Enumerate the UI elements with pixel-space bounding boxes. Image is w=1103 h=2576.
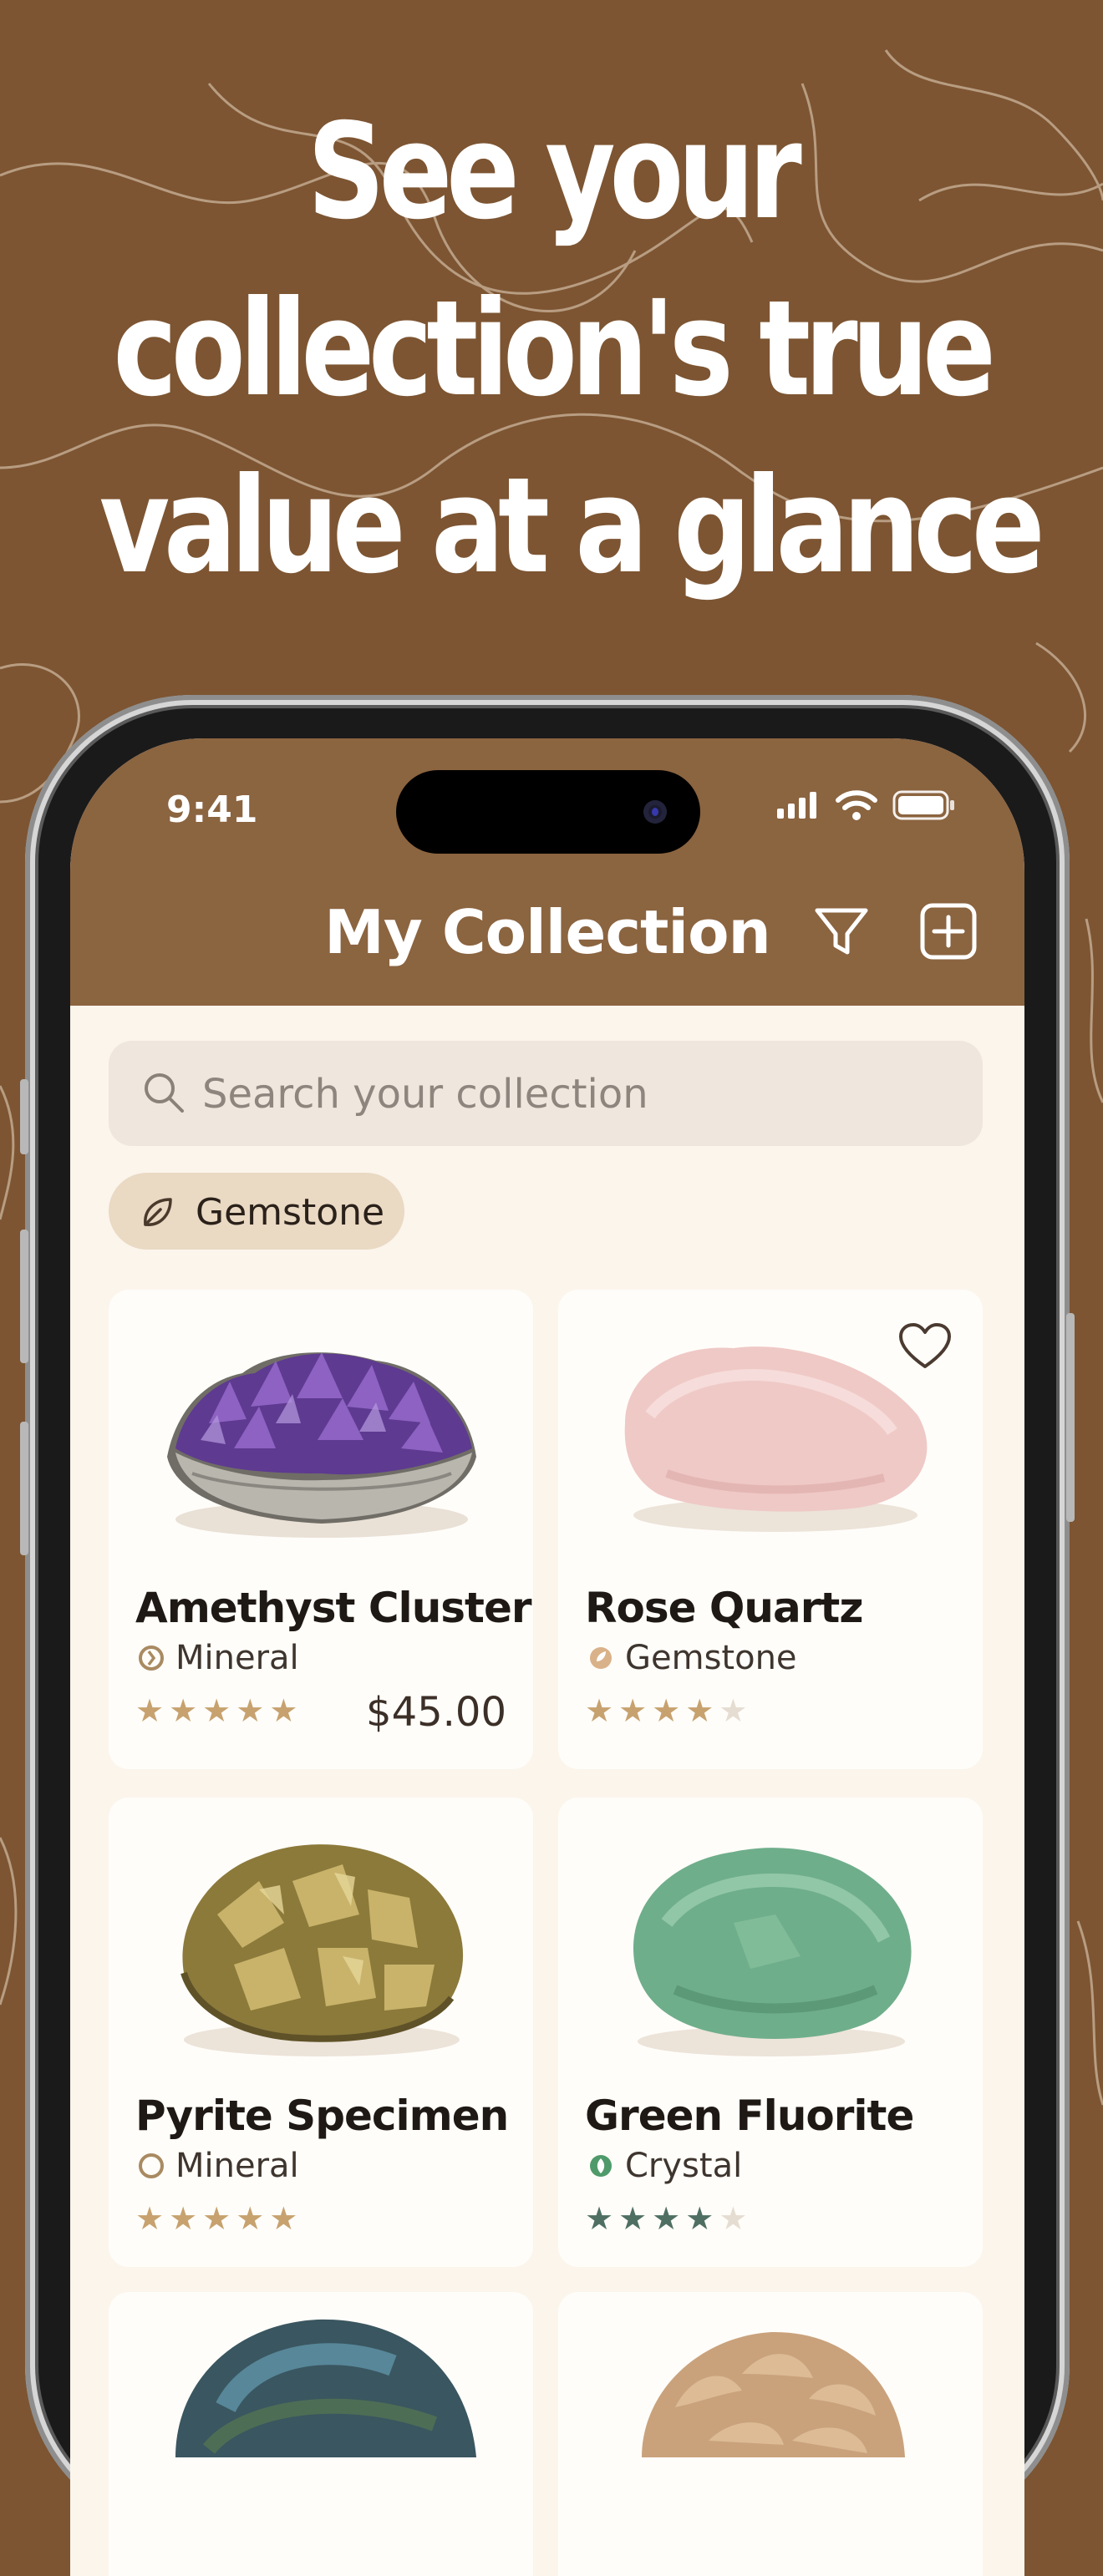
filter-icon[interactable] (811, 900, 872, 962)
dynamic-island (396, 770, 700, 854)
collection-card[interactable] (558, 2292, 983, 2576)
star-icon: ★ (169, 1692, 198, 1729)
star-icon: ★ (269, 1692, 298, 1729)
labradorite-image (175, 2319, 476, 2457)
action-button (20, 1079, 28, 1154)
signal-icon (777, 792, 816, 819)
star-icon: ★ (202, 2200, 231, 2237)
rating-stars: ★ ★ ★ ★ ★ (585, 2202, 747, 2235)
desert-rose-image (642, 2331, 905, 2457)
app-screen: 9:41 My Collection Search your collectio… (70, 738, 1024, 2576)
app-header: 9:41 My Collection (70, 738, 1024, 1006)
search-placeholder: Search your collection (202, 1071, 648, 1118)
leaf-icon (144, 1198, 172, 1226)
star-icon: ★ (719, 1692, 748, 1729)
pyrite-image (180, 1844, 464, 2056)
phone-frame: 9:41 My Collection Search your collectio… (20, 695, 1075, 2576)
star-icon: ★ (685, 1692, 714, 1729)
mineral-icon (139, 2153, 164, 2178)
star-icon: ★ (135, 2200, 165, 2237)
star-icon: ★ (585, 2200, 614, 2237)
item-name: Green Fluorite (585, 2092, 914, 2140)
battery-icon (892, 790, 954, 820)
headline: See your collection's true value at a gl… (99, 84, 1045, 615)
rose-quartz-image (624, 1346, 928, 1532)
item-name: Amethyst Cluster (135, 1584, 532, 1632)
collection-card[interactable]: Pyrite Specimen Mineral ★ ★ ★ ★ ★ (109, 1798, 533, 2267)
search-input[interactable]: Search your collection (109, 1041, 983, 1146)
fluorite-image (633, 1848, 912, 2056)
star-icon: ★ (652, 1692, 681, 1729)
add-icon[interactable] (917, 900, 979, 962)
star-icon: ★ (685, 2200, 714, 2237)
item-type: Mineral (175, 1639, 299, 1677)
star-icon: ★ (618, 2200, 648, 2237)
page-title: My Collection (324, 897, 771, 967)
collection-card[interactable]: Green Fluorite Crystal ★ ★ ★ ★ ★ (558, 1798, 983, 2267)
favorite-heart-icon[interactable] (897, 1321, 953, 1372)
star-icon: ★ (652, 2200, 681, 2237)
status-icons (777, 790, 956, 820)
search-icon (145, 1073, 184, 1113)
collection-card[interactable] (109, 2292, 533, 2576)
star-icon: ★ (719, 2200, 748, 2237)
mineral-icon (139, 1645, 164, 1671)
item-name: Rose Quartz (585, 1584, 863, 1632)
gemstone-icon (590, 1647, 612, 1669)
star-icon: ★ (202, 1692, 231, 1729)
star-icon: ★ (236, 2200, 265, 2237)
collection-card[interactable]: Rose Quartz Gemstone ★ ★ ★ ★ ★ (558, 1290, 983, 1769)
rating-stars: ★ ★ ★ ★ ★ (135, 1694, 297, 1727)
star-icon: ★ (169, 2200, 198, 2237)
star-icon: ★ (585, 1692, 614, 1729)
headline-line-1: See your (307, 95, 802, 249)
headline-line-2: collection's true (113, 272, 996, 426)
filter-chip-label: Gemstone (196, 1191, 385, 1234)
item-price: $45.00 (366, 1689, 506, 1736)
star-icon: ★ (269, 2200, 298, 2237)
camera-icon (643, 800, 667, 824)
item-type: Crystal (625, 2147, 743, 2185)
collection-card[interactable]: Amethyst Cluster Mineral ★ ★ ★ ★ ★ $45.0… (109, 1290, 533, 1769)
rating-stars: ★ ★ ★ ★ ★ (585, 1694, 747, 1727)
star-icon: ★ (135, 1692, 165, 1729)
wifi-icon (836, 790, 877, 820)
power-button (1066, 1313, 1075, 1522)
star-icon: ★ (236, 1692, 265, 1729)
rating-stars: ★ ★ ★ ★ ★ (135, 2202, 297, 2235)
item-type: Mineral (175, 2147, 299, 2185)
star-icon: ★ (618, 1692, 648, 1729)
volume-down-button (20, 1422, 28, 1555)
crystal-icon (590, 2155, 612, 2177)
filter-chip-gemstone[interactable]: Gemstone (109, 1173, 404, 1250)
volume-up-button (20, 1230, 28, 1363)
item-name: Pyrite Specimen (135, 2092, 509, 2140)
status-time: 9:41 (166, 789, 258, 831)
headline-line-3: value at a glance (99, 449, 1045, 603)
item-type: Gemstone (625, 1639, 797, 1677)
amethyst-image (167, 1352, 476, 1538)
